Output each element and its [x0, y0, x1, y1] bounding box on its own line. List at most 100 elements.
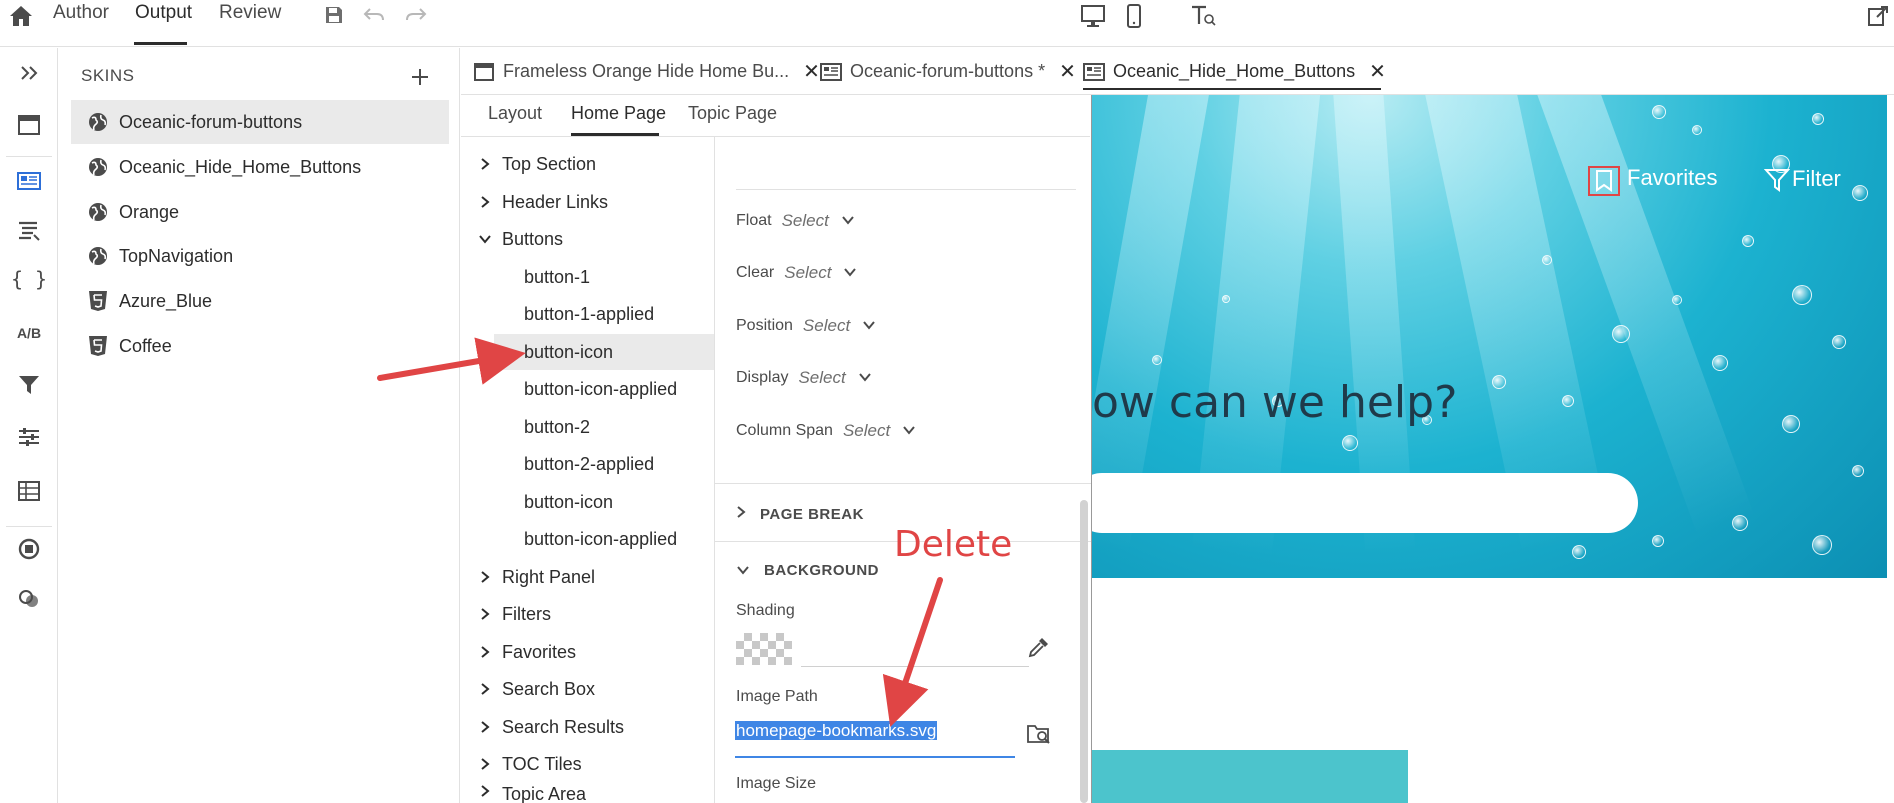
- external-open-icon[interactable]: [1864, 2, 1892, 30]
- tree-label: TOC Tiles: [502, 753, 582, 774]
- tree-item[interactable]: Search Box: [473, 671, 595, 707]
- tree-child[interactable]: button-icon-applied: [494, 521, 714, 557]
- skin-item[interactable]: TopNavigation: [71, 234, 449, 278]
- skin-item[interactable]: Coffee: [71, 324, 449, 368]
- expand-icon[interactable]: [0, 56, 58, 90]
- tab-review[interactable]: Review: [219, 2, 281, 24]
- skin-item[interactable]: Oceanic-forum-buttons: [71, 100, 449, 144]
- sliders-icon[interactable]: [0, 420, 58, 454]
- add-skin-icon[interactable]: [405, 62, 435, 92]
- skin-item[interactable]: Oceanic_Hide_Home_Buttons: [71, 145, 449, 189]
- skins-panel: SKINS Oceanic-forum-buttons Oceanic_Hide…: [59, 48, 460, 803]
- mobile-preview-icon[interactable]: [1122, 2, 1146, 30]
- float-select[interactable]: Select: [782, 211, 829, 231]
- filter-link[interactable]: Filter: [1792, 166, 1841, 192]
- tree-child-selected[interactable]: button-icon: [494, 334, 714, 370]
- chevron-down-icon[interactable]: [902, 422, 916, 440]
- skin-item[interactable]: Azure_Blue: [71, 279, 449, 323]
- bookmark-icon[interactable]: [1588, 166, 1620, 196]
- float-label: Float: [736, 212, 772, 229]
- chevron-down-icon[interactable]: [841, 212, 855, 230]
- close-icon[interactable]: ✕: [1059, 59, 1076, 84]
- chevron-down-icon[interactable]: [843, 264, 857, 282]
- section-divider: [715, 483, 1091, 484]
- window-icon: [474, 62, 494, 81]
- tree-item[interactable]: Favorites: [473, 634, 576, 670]
- position-select[interactable]: Select: [803, 316, 850, 336]
- variables-icon[interactable]: { }: [0, 262, 58, 296]
- tree-item[interactable]: Filters: [473, 596, 551, 632]
- tree-item[interactable]: TOC Tiles: [473, 746, 582, 782]
- tree-label: Favorites: [502, 641, 577, 662]
- html5-icon: [85, 335, 111, 357]
- filter-icon[interactable]: [1763, 167, 1791, 193]
- tree-child[interactable]: button-1: [494, 259, 714, 295]
- tree-item[interactable]: Topic Area: [473, 784, 586, 803]
- clear-select[interactable]: Select: [784, 263, 831, 283]
- redo-icon[interactable]: [402, 2, 430, 28]
- properties-scrollbar[interactable]: [1080, 500, 1088, 803]
- skin-item[interactable]: Orange: [71, 190, 449, 234]
- tab-layout[interactable]: Layout: [488, 103, 542, 124]
- tree-child[interactable]: button-2: [494, 409, 714, 445]
- tree-label: Header Links: [502, 191, 609, 212]
- tree-child[interactable]: button-2-applied: [494, 446, 714, 482]
- tree-item[interactable]: Right Panel: [473, 559, 595, 595]
- close-icon[interactable]: ✕: [1369, 59, 1386, 84]
- search-input[interactable]: [1092, 473, 1638, 533]
- chevron-down-icon[interactable]: [858, 369, 872, 387]
- chevron-down-icon: [736, 562, 750, 579]
- display-select[interactable]: Select: [798, 368, 845, 388]
- skins-title: SKINS: [81, 66, 135, 85]
- image-path-value: homepage-bookmarks.svg: [735, 721, 938, 740]
- browse-image-icon[interactable]: [1026, 722, 1054, 748]
- globe-icon: [85, 201, 111, 223]
- display-label: Display: [736, 369, 789, 386]
- tree-label: Top Section: [502, 153, 597, 174]
- table-icon[interactable]: [0, 474, 58, 508]
- tree-item[interactable]: Search Results: [473, 709, 624, 745]
- eyedropper-icon[interactable]: [1027, 635, 1053, 661]
- favorites-link[interactable]: Favorites: [1627, 165, 1717, 191]
- chevron-right-icon: [473, 784, 497, 798]
- braces-label: { }: [10, 267, 48, 291]
- chevron-right-icon: [473, 645, 497, 659]
- toc-icon[interactable]: [0, 214, 58, 248]
- home-icon[interactable]: [6, 3, 36, 29]
- shading-label: Shading: [736, 602, 795, 619]
- shading-swatch[interactable]: [736, 633, 792, 665]
- undo-icon[interactable]: [360, 2, 388, 28]
- tree-item[interactable]: Top Section: [473, 146, 596, 182]
- background-section[interactable]: BACKGROUND: [736, 562, 879, 579]
- close-icon[interactable]: ✕: [803, 59, 820, 84]
- globe-icon: [85, 156, 111, 178]
- chevron-right-icon: [473, 195, 497, 209]
- toc-tile[interactable]: [1092, 750, 1408, 803]
- save-icon[interactable]: [320, 2, 348, 28]
- tab-topic-page[interactable]: Topic Page: [688, 103, 777, 124]
- tree-child[interactable]: button-icon-applied: [494, 371, 714, 407]
- tree-item-expanded[interactable]: Buttons: [473, 221, 563, 257]
- image-path-input[interactable]: homepage-bookmarks.svg: [735, 721, 938, 741]
- stop-icon[interactable]: [0, 532, 58, 566]
- doc-tab[interactable]: Oceanic-forum-buttons * ✕: [820, 48, 1076, 95]
- text-preview-icon[interactable]: [1188, 2, 1218, 30]
- doc-tab[interactable]: Frameless Orange Hide Home Bu... ✕: [473, 48, 820, 95]
- column-span-select[interactable]: Select: [843, 421, 890, 441]
- filter-icon[interactable]: [0, 368, 58, 402]
- skin-label: Oceanic-forum-buttons: [119, 111, 303, 132]
- tree-child[interactable]: button-icon: [494, 484, 714, 520]
- tree-child[interactable]: button-1-applied: [494, 296, 714, 332]
- overlay-icon[interactable]: [0, 582, 58, 616]
- desktop-preview-icon[interactable]: [1078, 2, 1108, 30]
- tab-home-page[interactable]: Home Page: [571, 103, 666, 124]
- page-break-section[interactable]: PAGE BREAK: [736, 505, 864, 523]
- chevron-right-icon: [736, 505, 746, 523]
- tree-item[interactable]: Header Links: [473, 184, 608, 220]
- skin-icon[interactable]: [0, 164, 58, 198]
- tab-author[interactable]: Author: [53, 2, 109, 24]
- ab-test-icon[interactable]: A/B: [0, 316, 58, 350]
- chevron-down-icon[interactable]: [862, 317, 876, 335]
- tab-output[interactable]: Output: [135, 2, 192, 24]
- layout-icon[interactable]: [0, 108, 58, 142]
